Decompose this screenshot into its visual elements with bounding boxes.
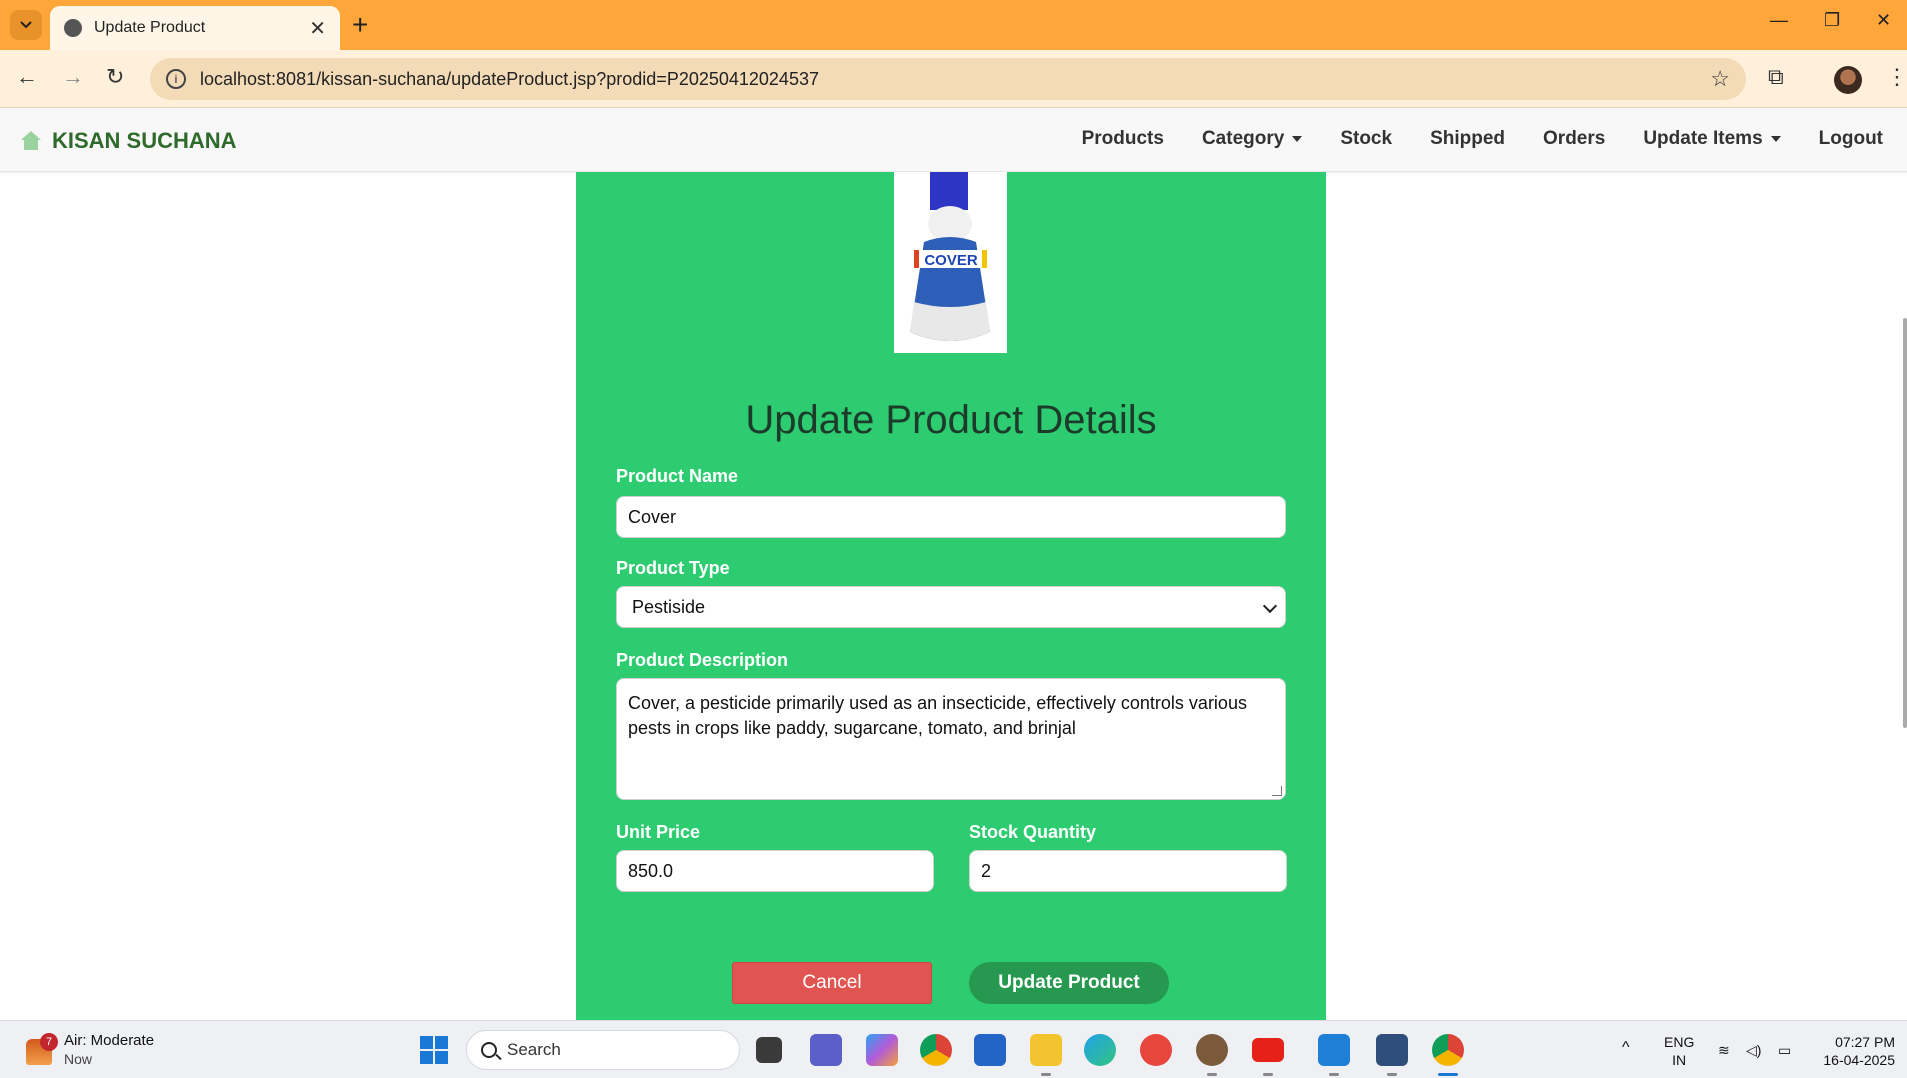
new-tab-button[interactable]: + [352, 10, 368, 40]
edge-icon[interactable] [1084, 1034, 1116, 1066]
product-image-brand-text: COVER [924, 252, 978, 269]
url-text: localhost:8081/kissan-suchana/updateProd… [200, 68, 819, 89]
search-icon [481, 1042, 497, 1058]
cancel-button[interactable]: Cancel [732, 962, 932, 1004]
tab-search-button[interactable] [10, 10, 42, 40]
browser-tab-bar: Update Product ✕ + — ❐ ✕ [0, 0, 1907, 50]
product-name-value: Cover [628, 506, 677, 527]
weather-subtitle: Now [64, 1051, 93, 1067]
nav-products[interactable]: Products [1082, 128, 1164, 150]
browser-tab[interactable]: Update Product ✕ [50, 6, 340, 50]
running-indicator [1263, 1073, 1273, 1076]
chrome-active-icon[interactable] [1432, 1034, 1464, 1066]
close-window-button[interactable]: ✕ [1876, 10, 1891, 31]
nav-category[interactable]: Category [1202, 128, 1302, 150]
site-info-icon[interactable]: i [166, 69, 186, 89]
globe-icon [64, 19, 82, 37]
running-indicator [1041, 1073, 1051, 1076]
stock-quantity-label: Stock Quantity [969, 822, 1097, 842]
unit-price-value: 850.0 [628, 860, 674, 881]
vscode-icon[interactable] [1318, 1034, 1350, 1066]
copilot-icon[interactable] [866, 1034, 898, 1066]
bookmark-star-icon[interactable]: ☆ [1710, 66, 1730, 92]
weather-widget[interactable]: 7 Air: Moderate Now [26, 1031, 154, 1068]
product-type-label: Product Type [616, 558, 730, 578]
lang-bottom: IN [1672, 1052, 1687, 1068]
product-description-textarea[interactable]: Cover, a pesticide primarily used as an … [616, 678, 1286, 800]
product-description-label: Product Description [616, 650, 789, 670]
search-placeholder: Search [507, 1040, 561, 1059]
show-hidden-icons[interactable]: ^ [1622, 1039, 1630, 1057]
volume-icon[interactable]: ◁) [1746, 1041, 1761, 1059]
forward-button[interactable]: → [62, 64, 84, 90]
teams-icon[interactable] [810, 1034, 842, 1066]
date: 16-04-2025 [1823, 1052, 1895, 1068]
tab-title: Update Product [94, 19, 206, 36]
product-type-select[interactable]: Pestiside [616, 586, 1286, 628]
nav-menu: Products Category Stock Shipped Orders U… [1082, 128, 1883, 150]
task-view-icon[interactable] [756, 1037, 782, 1063]
restore-button[interactable]: ❐ [1824, 10, 1840, 31]
resize-handle-icon[interactable] [1272, 786, 1282, 796]
os-taskbar: 7 Air: Moderate Now Search ^ ENG IN ≋ ◁)… [0, 1020, 1907, 1078]
wps-office-icon[interactable] [1140, 1034, 1172, 1066]
extensions-icon[interactable]: ⧉ [1768, 64, 1784, 90]
unit-price-label: Unit Price [616, 822, 701, 842]
app-navbar: KISAN SUCHANA Products Category Stock Sh… [0, 108, 1907, 172]
page-scrollbar[interactable] [1903, 318, 1907, 728]
running-indicator [1387, 1073, 1397, 1076]
notification-badge: 7 [40, 1032, 58, 1051]
browser-menu-icon[interactable]: ⋮ [1886, 64, 1907, 90]
nav-orders[interactable]: Orders [1543, 128, 1605, 150]
product-image: COVER [894, 172, 1007, 353]
product-type-value: Pestiside [632, 596, 706, 617]
app-icon[interactable] [1196, 1034, 1228, 1066]
chevron-down-icon [20, 21, 32, 29]
lang-top: ENG [1664, 1034, 1695, 1050]
stock-quantity-input[interactable]: 2 [969, 850, 1287, 892]
clock[interactable]: 07:27 PM 16-04-2025 [1823, 1033, 1895, 1069]
chevron-down-icon [1262, 598, 1278, 614]
running-indicator [1207, 1073, 1217, 1076]
windows-start-icon[interactable] [420, 1036, 448, 1064]
home-icon [20, 131, 42, 151]
store-icon[interactable] [974, 1034, 1006, 1066]
battery-icon[interactable]: ▭ [1778, 1041, 1791, 1059]
back-button[interactable]: ← [16, 64, 38, 90]
youtube-icon[interactable] [1252, 1038, 1284, 1062]
weather-title: Air: Moderate [64, 1032, 155, 1049]
brand[interactable]: KISAN SUCHANA [20, 128, 237, 154]
chrome-icon[interactable] [920, 1034, 952, 1066]
nav-update-items[interactable]: Update Items [1643, 128, 1780, 150]
weather-icon: 7 [26, 1032, 58, 1065]
minimize-button[interactable]: — [1770, 10, 1788, 31]
update-product-panel: COVER Update Product Details Product Nam… [576, 172, 1326, 1020]
profile-avatar[interactable] [1834, 66, 1862, 94]
product-name-input[interactable]: Cover [616, 496, 1286, 538]
nav-stock[interactable]: Stock [1340, 128, 1392, 150]
nav-logout[interactable]: Logout [1819, 128, 1883, 150]
nav-shipped[interactable]: Shipped [1430, 128, 1505, 150]
url-field[interactable]: i localhost:8081/kissan-suchana/updatePr… [150, 58, 1746, 100]
update-product-button[interactable]: Update Product [969, 962, 1169, 1004]
product-name-label: Product Name [616, 466, 739, 486]
close-tab-icon[interactable]: ✕ [309, 16, 326, 41]
running-indicator [1329, 1073, 1339, 1076]
language-indicator[interactable]: ENG IN [1664, 1033, 1694, 1069]
brand-name: KISAN SUCHANA [52, 128, 237, 153]
stock-quantity-value: 2 [981, 860, 992, 881]
reload-button[interactable]: ↻ [106, 64, 124, 90]
unit-price-input[interactable]: 850.0 [616, 850, 934, 892]
product-description-value: Cover, a pesticide primarily used as an … [628, 693, 1247, 738]
file-explorer-icon[interactable] [1030, 1034, 1062, 1066]
sql-tool-icon[interactable] [1376, 1034, 1408, 1066]
wifi-icon[interactable]: ≋ [1718, 1041, 1730, 1059]
address-bar-row: ← → ↻ i localhost:8081/kissan-suchana/up… [0, 50, 1907, 108]
active-indicator [1438, 1073, 1458, 1076]
time: 07:27 PM [1835, 1034, 1895, 1050]
page-title: Update Product Details [745, 398, 1157, 442]
taskbar-search[interactable]: Search [466, 1030, 740, 1070]
